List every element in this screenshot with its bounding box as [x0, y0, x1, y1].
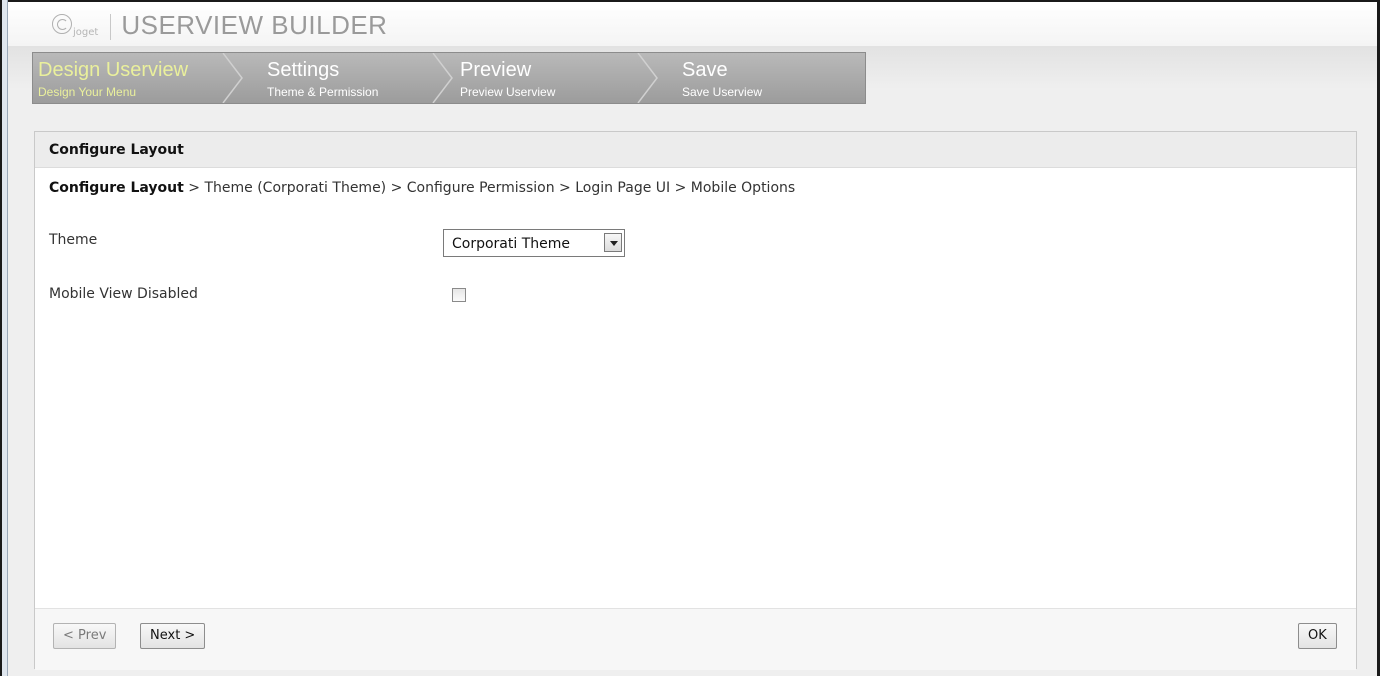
ok-button[interactable]: OK	[1298, 623, 1337, 649]
breadcrumb: Configure Layout > Theme (Corporati Them…	[49, 180, 795, 196]
step-title: Settings	[267, 59, 340, 81]
theme-select-value: Corporati Theme	[452, 236, 571, 252]
step-save[interactable]: Save Save Userview	[657, 53, 865, 103]
app-header: joget USERVIEW BUILDER	[8, 2, 1377, 46]
joget-logo-icon	[52, 14, 72, 34]
mobile-view-disabled-checkbox[interactable]	[452, 288, 466, 302]
userview-builder-app: joget USERVIEW BUILDER Design Userview D…	[8, 2, 1377, 676]
mobile-view-disabled-label: Mobile View Disabled	[49, 286, 198, 302]
breadcrumb-current: Configure Layout	[49, 180, 184, 196]
step-subtitle: Design Your Menu	[38, 85, 137, 99]
theme-select[interactable]: Corporati Theme	[443, 229, 625, 257]
panel-footer: < Prev Next > OK	[35, 608, 1356, 670]
step-divider-chevron-icon	[432, 53, 454, 103]
step-settings[interactable]: Settings Theme & Permission	[243, 53, 451, 103]
chevron-down-icon[interactable]	[604, 233, 622, 252]
configure-layout-panel: Configure Layout Configure Layout > Them…	[34, 131, 1357, 670]
step-title: Design Userview	[38, 59, 189, 81]
logo-separator	[110, 14, 112, 40]
step-design-userview[interactable]: Design Userview Design Your Menu	[33, 53, 243, 103]
logo-text: joget	[73, 27, 99, 38]
wizard-steps: Design Userview Design Your Menu Setting…	[32, 52, 866, 104]
step-title: Preview	[460, 59, 532, 81]
step-subtitle: Theme & Permission	[267, 85, 379, 99]
step-subtitle: Save Userview	[682, 85, 763, 99]
breadcrumb-rest: > Theme (Corporati Theme) > Configure Pe…	[183, 180, 796, 196]
step-divider-chevron-icon	[222, 53, 244, 103]
window-frame-left	[0, 0, 8, 676]
next-button[interactable]: Next >	[140, 623, 206, 649]
app-title: USERVIEW BUILDER	[121, 10, 388, 40]
step-preview[interactable]: Preview Preview Userview	[453, 53, 653, 103]
step-divider-chevron-icon	[637, 53, 659, 103]
theme-label: Theme	[49, 232, 98, 248]
panel-title: Configure Layout	[35, 132, 1356, 168]
step-title: Save	[682, 59, 728, 81]
step-subtitle: Preview Userview	[460, 85, 556, 99]
joget-logo: joget USERVIEW BUILDER	[52, 10, 387, 40]
prev-button[interactable]: < Prev	[53, 623, 117, 649]
